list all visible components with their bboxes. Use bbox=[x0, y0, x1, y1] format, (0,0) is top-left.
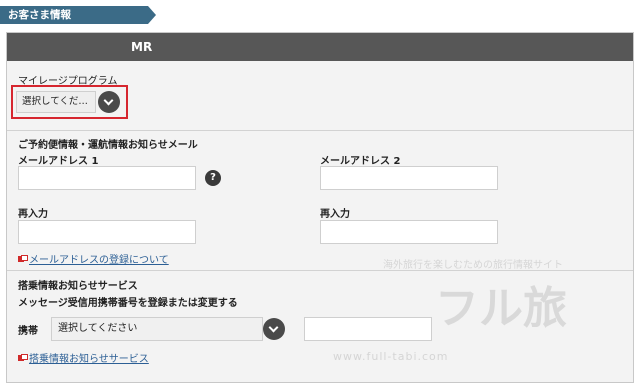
email2-reenter-label: 再入力 bbox=[320, 209, 350, 220]
email1-reenter-label: 再入力 bbox=[18, 209, 48, 220]
boarding-section-subheading: メッセージ受信用携帯番号を登録または変更する bbox=[18, 298, 238, 309]
email2-label: メールアドレス 2 bbox=[320, 156, 401, 167]
mileage-select[interactable]: 選択してくだ… bbox=[16, 91, 96, 113]
divider bbox=[7, 270, 633, 271]
boarding-service-link[interactable]: 搭乗情報お知らせサービス bbox=[18, 350, 149, 365]
external-link-icon bbox=[18, 255, 28, 262]
watermark-tagline: 海外旅行を楽しむための旅行情報サイト bbox=[383, 260, 563, 271]
email1-label: メールアドレス 1 bbox=[18, 156, 99, 167]
divider bbox=[7, 130, 633, 131]
external-link-icon bbox=[18, 354, 28, 361]
email2-input[interactable] bbox=[320, 166, 498, 190]
email-registration-link[interactable]: メールアドレスの登録について bbox=[18, 251, 169, 266]
section-title: お客さま情報 bbox=[8, 9, 71, 21]
email2-reenter-input[interactable] bbox=[320, 220, 498, 244]
customer-info-panel: MR マイレージプログラム 選択してくだ… ご予約便情報・運航情報お知らせメール… bbox=[6, 32, 634, 383]
email1-input[interactable] bbox=[18, 166, 196, 190]
panel-header: MR bbox=[7, 33, 633, 61]
boarding-section-heading: 搭乗情報お知らせサービス bbox=[18, 281, 138, 292]
mobile-number-input[interactable] bbox=[304, 317, 432, 341]
email-section-heading: ご予約便情報・運航情報お知らせメール bbox=[18, 140, 198, 151]
mobile-carrier-dropdown-button[interactable] bbox=[263, 318, 285, 340]
email1-reenter-input[interactable] bbox=[18, 220, 196, 244]
mileage-dropdown-button[interactable] bbox=[98, 91, 120, 113]
watermark-brand: フル旅 bbox=[435, 283, 567, 334]
chevron-down-icon bbox=[268, 322, 279, 333]
boarding-service-link-text[interactable]: 搭乗情報お知らせサービス bbox=[29, 350, 149, 365]
mobile-label: 携帯 bbox=[18, 326, 38, 337]
panel-header-title: MR bbox=[131, 40, 153, 54]
watermark-url: www.full-tabi.com bbox=[333, 350, 449, 363]
section-tab-customer-info: お客さま情報 bbox=[0, 6, 156, 24]
chevron-down-icon bbox=[103, 95, 114, 106]
email-registration-link-text[interactable]: メールアドレスの登録について bbox=[29, 251, 169, 266]
help-icon[interactable]: ? bbox=[205, 170, 221, 186]
mobile-carrier-select[interactable]: 選択してください bbox=[51, 317, 263, 341]
